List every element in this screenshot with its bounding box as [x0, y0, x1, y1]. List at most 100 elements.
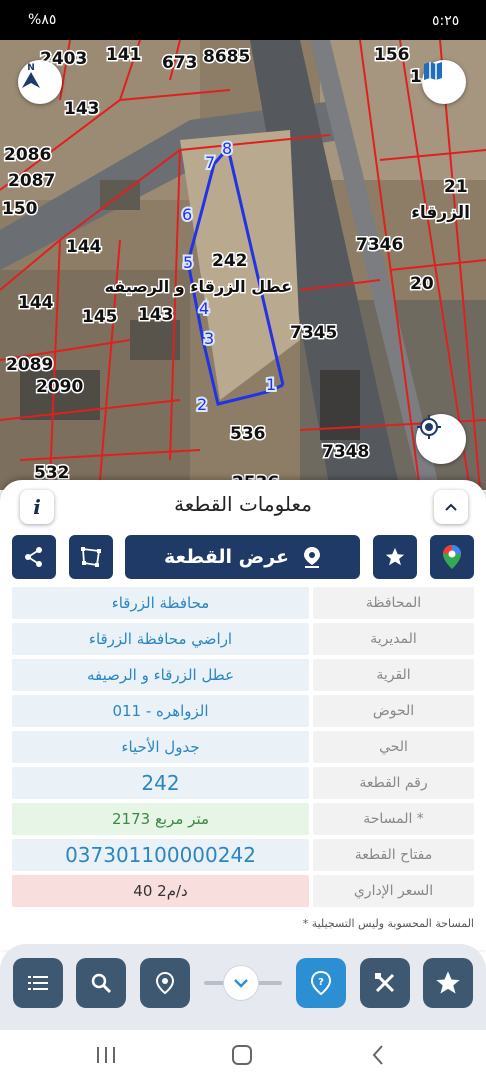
village-label: عطل الزرقاء و الرصيفه [105, 277, 292, 296]
vertex-label: 4 [199, 299, 209, 318]
panel-title: معلومات القطعة [174, 492, 312, 516]
map-view[interactable]: 2403 141 673 8685 156 1 143 2086 2087 15… [0, 40, 486, 490]
parcel-number: 2089 [6, 355, 53, 375]
boundary-button[interactable] [69, 535, 113, 579]
my-location-button[interactable] [416, 414, 466, 464]
city-label: الزرقاء [411, 203, 470, 223]
polygon-icon [81, 547, 101, 567]
row-value: عطل الزرقاء و الرصيفه [12, 659, 309, 691]
back-button[interactable] [358, 1038, 398, 1072]
view-parcel-button[interactable]: عرض القطعة [125, 535, 360, 579]
row-basin: الزواهره - 011 الحوض [12, 695, 474, 727]
row-label: المحافظة [313, 587, 474, 619]
parcel-number: 2087 [8, 171, 55, 191]
parcel-number: 145 [82, 307, 118, 327]
map-layers-button[interactable] [422, 60, 466, 104]
locate-parcel-button[interactable] [140, 958, 190, 1008]
parcel-number: 536 [230, 424, 266, 444]
parcel-number: 242 [212, 251, 248, 271]
map-icon [424, 62, 442, 80]
bottom-toolbar: ? [0, 944, 486, 1030]
svg-text:N: N [27, 63, 35, 73]
row-label: السعر الإداري [313, 875, 474, 907]
row-label: مفتاح القطعة [313, 839, 474, 871]
row-parcel-number: 242 رقم القطعة [12, 767, 474, 799]
crosshair-icon [417, 415, 441, 439]
star-icon [436, 971, 460, 994]
vertex-label: 6 [182, 205, 192, 224]
row-parcel-key: 037301100000242 مفتاح القطعة [12, 839, 474, 871]
row-label: المديرية [313, 623, 474, 655]
row-value: 2173 متر مربع [12, 803, 309, 835]
area-footnote: * المساحة المحسوبة وليس التسجيلية [302, 917, 474, 930]
parcel-number: 143 [64, 99, 100, 119]
vertex-label: 3 [204, 329, 214, 348]
row-value: الزواهره - 011 [12, 695, 309, 727]
svg-text:?: ? [318, 977, 324, 988]
vertex-label: 2 [197, 395, 207, 414]
compass-button[interactable]: N [18, 60, 62, 104]
status-time: ٥:٢٥ [432, 13, 460, 29]
row-neighborhood: جدول الأحياء الحي [12, 731, 474, 763]
favorites-button[interactable] [423, 958, 473, 1008]
parcel-number: 1 [410, 67, 422, 87]
home-icon [232, 1045, 252, 1065]
recents-button[interactable] [86, 1038, 126, 1072]
parcel-number: 156 [374, 45, 410, 65]
parcel-number: 2086 [4, 145, 51, 165]
location-pin-icon [304, 547, 321, 568]
star-icon [385, 547, 405, 566]
row-governorate: محافظة الزرقاء المحافظة [12, 587, 474, 619]
parcel-number: 7345 [290, 323, 337, 343]
vertex-label: 8 [222, 139, 232, 158]
parcel-number: 144 [18, 293, 54, 313]
row-value: 242 [12, 767, 309, 799]
north-arrow-icon: N [22, 63, 40, 88]
parcel-number: 21 [444, 177, 468, 197]
parcel-number: 143 [138, 305, 174, 325]
status-bar: %٨٥ ٥:٢٥ [0, 0, 486, 40]
row-label: رقم القطعة [313, 767, 474, 799]
row-value: اراضي محافظة الزرقاء [12, 623, 309, 655]
parcel-number: 141 [106, 45, 142, 65]
chevron-up-icon [445, 503, 457, 511]
parcel-number: 150 [2, 199, 38, 219]
vertex-label: 7 [205, 153, 215, 172]
tools-icon [375, 973, 395, 993]
row-label: الحوض [313, 695, 474, 727]
search-button[interactable] [76, 958, 126, 1008]
row-area: 2173 متر مربع المساحة * [12, 803, 474, 835]
row-value: جدول الأحياء [12, 731, 309, 763]
row-directorate: اراضي محافظة الزرقاء المديرية [12, 623, 474, 655]
chevron-down-icon [234, 979, 248, 988]
search-icon [91, 973, 112, 994]
recents-icon [97, 1047, 115, 1063]
help-icon: ? [310, 970, 332, 996]
share-icon [25, 547, 42, 567]
vertex-label: 1 [266, 375, 276, 394]
favorite-button[interactable] [373, 535, 417, 579]
parcel-number: 20 [410, 274, 434, 294]
row-value: 40 د/م2 [12, 875, 309, 907]
parcel-number: 2090 [36, 377, 83, 397]
google-maps-icon [443, 545, 461, 569]
list-button[interactable] [13, 958, 63, 1008]
home-button[interactable] [222, 1038, 262, 1072]
share-button[interactable] [12, 535, 56, 579]
expand-toggle[interactable] [223, 965, 259, 1001]
row-label: الحي [313, 731, 474, 763]
collapse-button[interactable] [434, 490, 468, 524]
row-label: القرية [313, 659, 474, 691]
parcel-number: 144 [66, 237, 102, 257]
help-button[interactable]: ? [296, 958, 346, 1008]
view-parcel-label: عرض القطعة [163, 546, 290, 568]
parcel-info-panel: i معلومات القطعة عرض القطعة محافظة الزرق… [0, 480, 486, 950]
google-maps-button[interactable] [430, 535, 474, 579]
row-admin-price: 40 د/م2 السعر الإداري [12, 875, 474, 907]
satellite-map: 2403 141 673 8685 156 1 143 2086 2087 15… [0, 40, 486, 490]
row-value: 037301100000242 [12, 839, 309, 871]
location-pin-icon [155, 971, 175, 995]
tools-button[interactable] [360, 958, 410, 1008]
list-icon [28, 976, 48, 990]
parcel-number: 673 [162, 53, 198, 73]
